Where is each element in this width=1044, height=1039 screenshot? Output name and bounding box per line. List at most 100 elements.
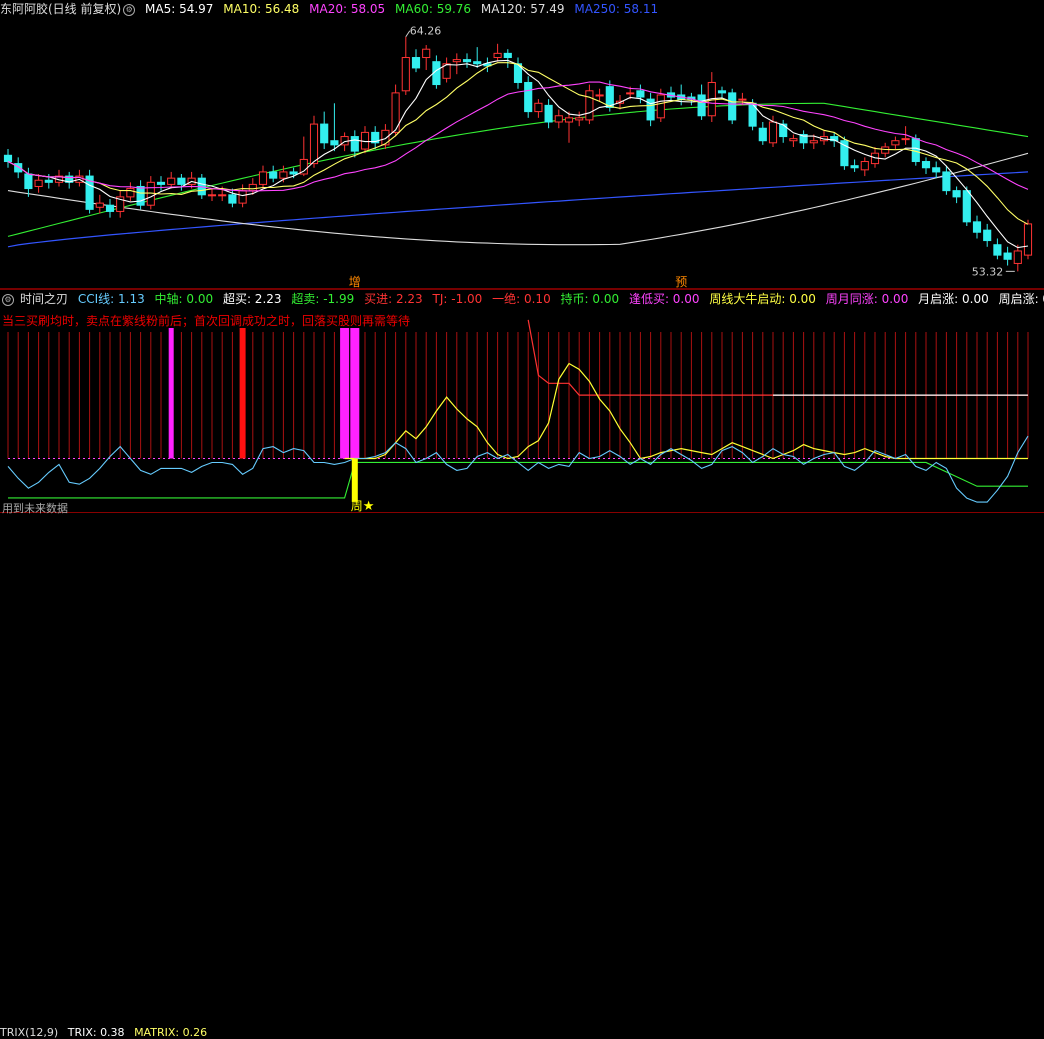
candle-body [534, 102, 543, 113]
price-panel[interactable]: 东阿阿胶(日线 前复权) ⚙ MA5: 54.97 MA10: 56.48 MA2… [0, 0, 1044, 288]
candle [136, 180, 145, 210]
candle-body [850, 165, 859, 169]
candle [228, 188, 237, 208]
indicator-panel[interactable]: ⚙ 时间之刃 CCI线: 1.13 中轴: 0.00 超买: 2.23 超卖: -… [0, 290, 1044, 512]
candle [860, 157, 869, 177]
candle-body [167, 177, 176, 185]
candle [666, 86, 676, 102]
candle [554, 109, 563, 129]
trix-legend: TRIX(12,9) TRIX: 0.38 MATRIX: 0.26 [0, 1026, 213, 1039]
candle-body [105, 204, 115, 212]
candle-body [891, 140, 900, 146]
candle-body [248, 183, 257, 192]
candle [544, 99, 553, 129]
trix-panel[interactable]: TRIX(12,9) TRIX: 0.38 MATRIX: 0.26 [0, 512, 1044, 1039]
stock-title: 东阿阿胶(日线 前复权) [0, 2, 122, 16]
candle-body [503, 52, 512, 59]
candle [85, 169, 94, 214]
candle [1023, 219, 1033, 260]
candle [54, 169, 64, 187]
candle-body [717, 90, 727, 94]
candle [646, 92, 655, 127]
candle [819, 130, 829, 145]
candle-body [126, 188, 135, 198]
candle-body [156, 181, 166, 185]
future-data-caption: 用到未来数据 [2, 502, 68, 515]
candle [840, 136, 849, 170]
candle-body [952, 190, 961, 198]
candle-body [411, 57, 421, 69]
buy-dip-label: 逢低买: 0.00 [628, 292, 700, 306]
star-icon: ★ [363, 499, 375, 512]
oversold-label: 超卖: -1.99 [291, 292, 355, 306]
axis-line [8, 461, 1028, 499]
candle [462, 53, 472, 68]
candle-body [738, 98, 747, 101]
candle [116, 190, 125, 218]
candle-body [309, 123, 319, 165]
candle-body [3, 154, 13, 163]
hold-cash-label: 持币: 0.00 [560, 292, 620, 306]
candle [473, 47, 482, 68]
candle-body [962, 190, 971, 223]
candle [993, 238, 1002, 260]
overbought-label: 超买: 2.23 [222, 292, 282, 306]
marker-yu: 预 [675, 275, 687, 288]
candle [299, 136, 308, 177]
candle [1013, 244, 1022, 272]
candle-body [564, 117, 574, 123]
candle [156, 176, 166, 191]
settings-gear-icon[interactable]: ⚙ [123, 3, 136, 16]
candle-body [289, 171, 298, 175]
ma20-label: MA20: 58.05 [309, 2, 386, 16]
candle-body [320, 123, 329, 144]
candle-body [860, 161, 869, 171]
candle [534, 99, 543, 118]
candle-body [381, 129, 390, 146]
candle-body [218, 194, 227, 197]
candle-body [228, 194, 237, 204]
candle [14, 157, 23, 179]
weekly-mark: 周 [351, 499, 363, 512]
candlestick-chart[interactable]: 64.26 53.32 增 预 [0, 0, 1044, 288]
yellow-signal-bar [351, 458, 358, 502]
candle [360, 126, 370, 154]
indicator-gear-icon[interactable]: ⚙ [2, 293, 14, 306]
candle [258, 165, 268, 189]
candle [789, 134, 798, 147]
candle [401, 36, 410, 95]
candle-body [901, 138, 910, 141]
candle [95, 194, 104, 214]
price-legend: 东阿阿胶(日线 前复权) ⚙ MA5: 54.97 MA10: 56.48 MA2… [0, 0, 664, 18]
candle-body [391, 92, 400, 133]
candle [932, 161, 941, 179]
ma120-label: MA120: 57.49 [480, 2, 565, 16]
ma60-line [7, 102, 1029, 237]
candle [585, 84, 594, 125]
candle-body [605, 86, 614, 108]
ma5-label: MA5: 54.97 [145, 2, 214, 16]
high-price-label: 64.26 [410, 25, 442, 38]
ma60-label: MA60: 59.76 [395, 2, 472, 16]
candle-body [809, 140, 818, 144]
candle-body [279, 171, 288, 179]
buy-label: 买进: 2.23 [364, 292, 423, 306]
candle [452, 53, 461, 75]
indicator-note: 当三买刷均时，卖点在紫线粉前后；首次回调成功之时，回落买股则再需等待 [2, 314, 411, 328]
candle [758, 122, 767, 145]
magenta-signal-bar [350, 328, 360, 459]
candle [371, 126, 380, 150]
candle [269, 165, 278, 183]
candle [105, 198, 115, 218]
candle-body [626, 92, 635, 95]
candle-body [656, 94, 665, 119]
candle-body [942, 171, 951, 192]
candle-body [728, 92, 737, 121]
low-price-label: 53.32 [972, 265, 1004, 278]
indicator-legend: ⚙ 时间之刃 CCI线: 1.13 中轴: 0.00 超买: 2.23 超卖: -… [0, 290, 1044, 308]
magenta-signal-bar [168, 328, 174, 459]
candle [483, 57, 492, 73]
candle-body [269, 171, 278, 179]
candle [921, 157, 931, 174]
candle-body [95, 202, 104, 208]
